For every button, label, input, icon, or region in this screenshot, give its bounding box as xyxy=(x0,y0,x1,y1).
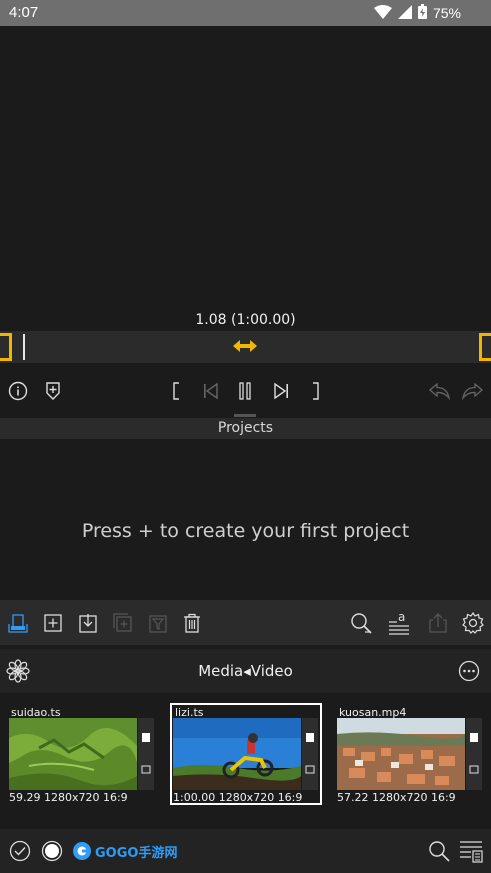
share-icon[interactable] xyxy=(425,610,451,636)
new-project-icon[interactable] xyxy=(40,610,66,636)
list-icon[interactable] xyxy=(459,839,483,863)
redo-icon[interactable] xyxy=(458,372,488,410)
media-clip-selected[interactable]: lizi.ts 1:00.00 1280x720 16:9 xyxy=(170,703,322,805)
timecode-readout: 1.08 (1:00.00) xyxy=(195,312,296,328)
clip-thumbnail xyxy=(173,718,301,790)
clip-thumbnail xyxy=(337,718,465,790)
drag-arrows-icon[interactable] xyxy=(231,337,259,359)
media-browser: suidao.ts 59.29 1280x720 16:9 lizi.ts 1:… xyxy=(0,693,491,829)
playback-controls xyxy=(0,372,491,410)
skip-end-icon[interactable] xyxy=(266,372,296,410)
gogo-logo: GOGO手游网 xyxy=(72,841,177,861)
status-time: 4:07 xyxy=(9,4,39,21)
clip-meta: 57.22 1280x720 16:9 xyxy=(337,791,456,804)
add-marker-icon[interactable] xyxy=(38,372,68,410)
panel-resize-handle[interactable] xyxy=(234,414,256,417)
project-toolbar: a xyxy=(0,600,491,645)
clip-thumbnail xyxy=(9,718,137,790)
more-icon[interactable] xyxy=(458,660,480,686)
settings-icon[interactable] xyxy=(460,610,486,636)
bottom-bar: GOGO手游网 xyxy=(0,829,491,873)
clip-side-strip xyxy=(138,718,154,790)
skip-start-icon[interactable] xyxy=(196,372,226,410)
wifi-icon xyxy=(373,4,392,22)
empty-projects-message: Press + to create your first project xyxy=(81,520,410,542)
signal-icon xyxy=(397,4,412,22)
sort-icon[interactable]: a xyxy=(386,610,412,636)
video-preview[interactable] xyxy=(0,26,491,331)
status-bar: 4:07 75% xyxy=(0,0,491,26)
battery-percent: 75% xyxy=(432,5,461,21)
clip-meta: 1:00.00 1280x720 16:9 xyxy=(173,791,303,804)
clip-side-strip xyxy=(466,718,482,790)
playhead[interactable] xyxy=(23,334,25,360)
record-icon[interactable] xyxy=(40,839,64,863)
media-title[interactable]: Media◂Video xyxy=(0,662,491,680)
pause-icon[interactable] xyxy=(230,372,260,410)
timeline-scrubber[interactable] xyxy=(0,331,491,363)
battery-icon xyxy=(417,4,427,22)
info-icon[interactable] xyxy=(3,372,33,410)
status-icons: 75% xyxy=(373,4,461,22)
import-icon[interactable] xyxy=(5,610,31,636)
download-icon[interactable] xyxy=(75,610,101,636)
logo-text: GOGO手游网 xyxy=(95,845,178,861)
trim-start-handle[interactable] xyxy=(0,333,12,361)
media-clip[interactable]: kuosan.mp4 57.22 1280x720 16:9 xyxy=(336,705,484,804)
search-icon[interactable] xyxy=(427,839,451,863)
search-icon[interactable] xyxy=(348,610,374,636)
mark-in-icon[interactable] xyxy=(161,372,191,410)
clip-side-strip xyxy=(302,718,318,790)
duplicate-icon[interactable] xyxy=(110,610,136,636)
undo-icon[interactable] xyxy=(424,372,454,410)
mark-out-icon[interactable] xyxy=(301,372,331,410)
trim-end-handle[interactable] xyxy=(479,333,491,361)
clip-meta: 59.29 1280x720 16:9 xyxy=(9,791,128,804)
projects-header: Projects xyxy=(0,418,491,439)
svg-text:a: a xyxy=(398,611,405,624)
delete-icon[interactable] xyxy=(179,610,205,636)
media-header: Media◂Video xyxy=(0,649,491,693)
check-icon[interactable] xyxy=(8,839,32,863)
filter-icon[interactable] xyxy=(145,610,171,636)
media-clip[interactable]: suidao.ts 59.29 1280x720 16:9 xyxy=(8,705,156,804)
